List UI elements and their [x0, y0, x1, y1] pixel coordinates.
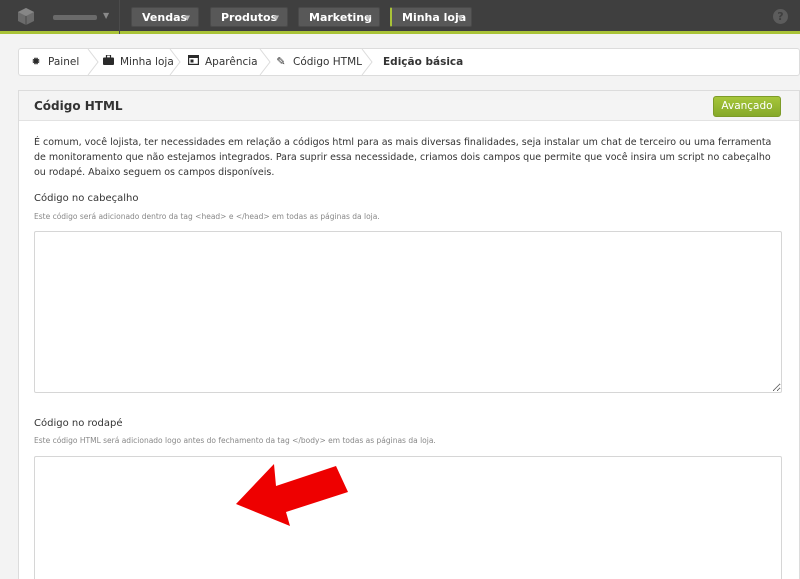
breadcrumb-label: Edição básica [383, 56, 464, 68]
breadcrumb-separator [87, 49, 99, 75]
intro-text: É comum, você lojista, ter necessidades … [34, 137, 772, 178]
breadcrumb-item-painel[interactable]: ✹ Painel [30, 49, 79, 75]
store-name-blurred[interactable] [53, 15, 97, 20]
briefcase-icon [102, 49, 114, 75]
top-navigation-bar: ▼ Vendas ▼ Produtos ▼ Marketing ▼ Minha … [0, 0, 800, 34]
chevron-down-icon: ▼ [184, 14, 190, 22]
chevron-down-icon: ▼ [365, 14, 371, 22]
breadcrumb-separator [169, 49, 181, 75]
page-title: Código HTML [34, 99, 123, 113]
breadcrumb-item-codigo-html[interactable]: ✎ Código HTML [275, 49, 362, 75]
advanced-button[interactable]: Avançado [713, 96, 781, 117]
gear-icon: ✹ [31, 55, 41, 68]
nav-label: Marketing [309, 11, 373, 24]
window-icon [187, 49, 199, 75]
nav-minha-loja-button[interactable]: Minha loja ▼ [390, 7, 472, 27]
breadcrumb-label: Código HTML [293, 56, 362, 68]
nav-produtos-button[interactable]: Produtos ▼ [210, 7, 288, 27]
red-arrow-annotation [236, 464, 348, 526]
nav-label: Minha loja [402, 11, 467, 24]
panel-header: Código HTML Avançado [19, 91, 799, 121]
footer-code-textarea[interactable] [34, 456, 782, 579]
header-code-help: Este código será adicionado dentro da ta… [34, 212, 380, 221]
nav-marketing-button[interactable]: Marketing ▼ [298, 7, 380, 27]
chevron-down-icon: ▼ [273, 14, 279, 22]
nav-label: Produtos [221, 11, 278, 24]
help-icon[interactable]: ? [773, 9, 788, 24]
nav-label: Vendas [142, 11, 188, 24]
breadcrumb-label: Aparência [205, 56, 258, 68]
breadcrumb-separator [361, 49, 373, 75]
footer-code-label: Código no rodapé [34, 418, 123, 429]
header-code-label: Código no cabeçalho [34, 193, 139, 204]
breadcrumb-label: Painel [48, 56, 80, 68]
breadcrumb: ✹ Painel Minha loja Aparência ✎ Código HTM… [18, 48, 800, 76]
nav-vendas-button[interactable]: Vendas ▼ [131, 7, 199, 27]
breadcrumb-item-edicao-basica: Edição básica [383, 49, 463, 75]
breadcrumb-label: Minha loja [120, 56, 174, 68]
breadcrumb-separator [259, 49, 271, 75]
chevron-down-icon: ▼ [457, 14, 463, 22]
footer-code-help: Este código HTML será adicionado logo an… [34, 436, 436, 445]
breadcrumb-item-minha-loja[interactable]: Minha loja [102, 49, 174, 75]
divider [119, 0, 120, 34]
breadcrumb-item-aparencia[interactable]: Aparência [187, 49, 258, 75]
chevron-down-icon[interactable]: ▼ [103, 11, 109, 20]
store-logo-icon[interactable] [18, 8, 34, 25]
header-code-textarea[interactable] [34, 231, 782, 393]
html-code-panel: Código HTML Avançado É comum, você lojis… [18, 90, 800, 579]
pencil-icon: ✎ [276, 55, 286, 68]
